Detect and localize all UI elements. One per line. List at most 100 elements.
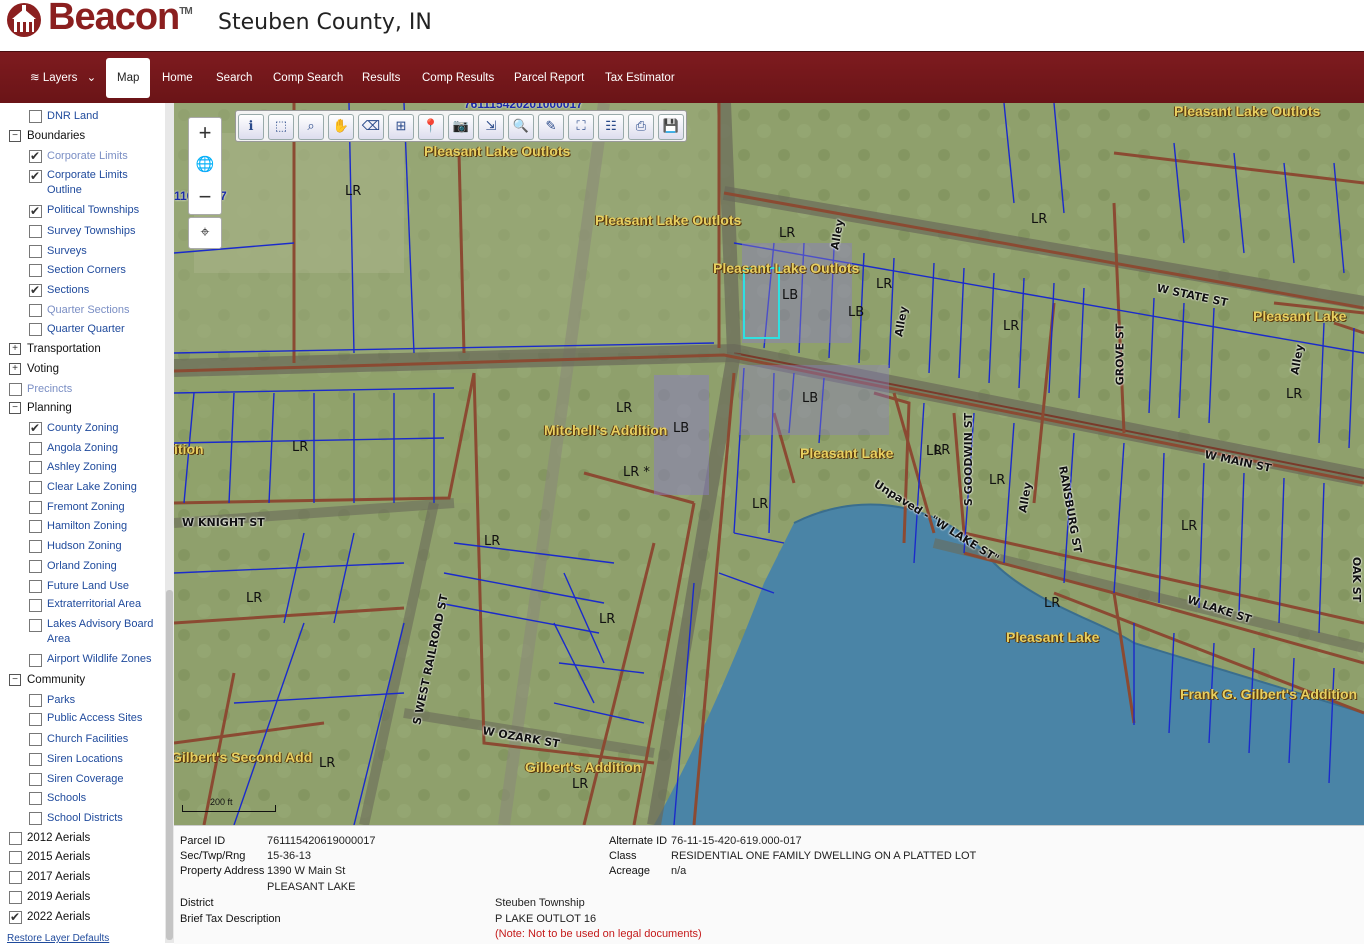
- layer-checkbox[interactable]: [29, 560, 42, 573]
- layer-item-community[interactable]: − Community: [0, 671, 165, 689]
- globe-icon[interactable]: 🌐: [189, 150, 221, 182]
- layer-item-church-facilities[interactable]: Church Facilities: [0, 730, 165, 748]
- expand-icon[interactable]: +: [9, 363, 21, 375]
- layer-item-voting[interactable]: + Voting: [0, 360, 165, 378]
- layer-item-angola-zoning[interactable]: Angola Zoning: [0, 439, 165, 457]
- layer-item-future-land-use[interactable]: Future Land Use: [0, 577, 165, 595]
- layer-checkbox[interactable]: [29, 442, 42, 455]
- layer-item-siren-coverage[interactable]: Siren Coverage: [0, 770, 165, 788]
- layer-item-airport-wildlife-zones[interactable]: Airport Wildlife Zones: [0, 651, 165, 669]
- layer-item-2017-aerials[interactable]: 2017 Aerials: [0, 868, 165, 886]
- layer-item-hamilton-zoning[interactable]: Hamilton Zoning: [0, 517, 165, 535]
- layer-item-extraterritorial-area[interactable]: Extraterritorial Area: [0, 596, 165, 614]
- layer-checkbox[interactable]: [29, 733, 42, 746]
- layer-item-2012-aerials[interactable]: 2012 Aerials: [0, 829, 165, 847]
- extent-icon[interactable]: ⛶: [568, 114, 594, 140]
- layer-item-school-districts[interactable]: School Districts: [0, 809, 165, 827]
- layer-checkbox[interactable]: [29, 501, 42, 514]
- layer-checkbox[interactable]: [29, 694, 42, 707]
- pin-icon[interactable]: 📍: [418, 114, 444, 140]
- collapse-icon[interactable]: −: [9, 130, 21, 142]
- layer-checkbox[interactable]: [29, 773, 42, 786]
- nav-home[interactable]: Home: [162, 52, 193, 104]
- nav-map[interactable]: Map: [106, 58, 151, 98]
- layer-item-section-corners[interactable]: Section Corners: [0, 261, 165, 279]
- print-icon[interactable]: ⎙: [628, 114, 654, 140]
- collapse-icon[interactable]: −: [9, 402, 21, 414]
- buffer-icon[interactable]: ⇲: [478, 114, 504, 140]
- layer-checkbox[interactable]: [29, 654, 42, 667]
- layer-checkbox[interactable]: [29, 202, 42, 220]
- layer-item-hudson-zoning[interactable]: Hudson Zoning: [0, 537, 165, 555]
- brand-name[interactable]: BeaconTM: [48, 0, 193, 39]
- layer-checkbox[interactable]: [29, 713, 42, 726]
- layer-item-corporate-limits[interactable]: Corporate Limits: [0, 147, 165, 165]
- measure-icon[interactable]: ⊞: [388, 114, 414, 140]
- layer-item-surveys[interactable]: Surveys: [0, 242, 165, 260]
- layer-item-planning[interactable]: − Planning: [0, 399, 165, 417]
- layer-item-2015-aerials[interactable]: 2015 Aerials: [0, 848, 165, 866]
- layers-overlay-icon[interactable]: ☷: [598, 114, 624, 140]
- zoom-in-button[interactable]: +: [189, 118, 221, 150]
- layer-checkbox[interactable]: [29, 167, 42, 185]
- layer-checkbox[interactable]: [29, 147, 42, 165]
- layer-item-orland-zoning[interactable]: Orland Zoning: [0, 557, 165, 575]
- search-icon[interactable]: 🔍: [508, 114, 534, 140]
- layer-checkbox[interactable]: [29, 520, 42, 533]
- layer-checkbox[interactable]: [29, 753, 42, 766]
- layer-item-transportation[interactable]: + Transportation: [0, 340, 165, 358]
- nav-parcel-report[interactable]: Parcel Report: [514, 52, 584, 104]
- sidebar-scrollbar-thumb[interactable]: [166, 590, 173, 940]
- layer-item-lakes-advisory-board-area[interactable]: Lakes Advisory Board Area: [0, 616, 165, 645]
- layer-item-siren-locations[interactable]: Siren Locations: [0, 750, 165, 768]
- layers-menu[interactable]: ≋ Layers ⌄: [30, 52, 96, 104]
- layer-item-parks[interactable]: Parks: [0, 691, 165, 709]
- restore-layer-defaults-link[interactable]: Restore Layer Defaults: [7, 933, 109, 944]
- nav-search[interactable]: Search: [216, 52, 252, 104]
- camera-icon[interactable]: 📷: [448, 114, 474, 140]
- save-icon[interactable]: 💾: [658, 114, 684, 140]
- zoom-out-button[interactable]: −: [189, 182, 221, 214]
- layer-checkbox[interactable]: [29, 461, 42, 474]
- layer-checkbox[interactable]: [29, 281, 42, 299]
- layer-checkbox[interactable]: [29, 245, 42, 258]
- layer-checkbox[interactable]: [29, 225, 42, 238]
- layer-item-corporate-limits-outline[interactable]: Corporate Limits Outline: [0, 167, 165, 196]
- layer-item-county-zoning[interactable]: County Zoning: [0, 419, 165, 437]
- layer-checkbox[interactable]: [29, 792, 42, 805]
- layer-item-political-townships[interactable]: Political Townships: [0, 202, 165, 220]
- locate-icon[interactable]: ⌖: [188, 217, 222, 249]
- layer-checkbox[interactable]: [9, 908, 22, 926]
- draw-pencil-icon[interactable]: ✎: [538, 114, 564, 140]
- layer-checkbox[interactable]: [29, 599, 42, 612]
- layer-item-quarter-quarter[interactable]: Quarter Quarter: [0, 320, 165, 338]
- layer-checkbox[interactable]: [9, 832, 22, 845]
- layer-checkbox[interactable]: [9, 851, 22, 864]
- layer-item-boundaries[interactable]: − Boundaries: [0, 127, 165, 145]
- layer-checkbox[interactable]: [29, 304, 42, 317]
- nav-comp-search[interactable]: Comp Search: [273, 52, 343, 104]
- select-icon[interactable]: ⬚: [268, 114, 294, 140]
- nav-results[interactable]: Results: [362, 52, 400, 104]
- layer-checkbox[interactable]: [29, 323, 42, 336]
- layer-checkbox[interactable]: [9, 871, 22, 884]
- layer-checkbox[interactable]: [29, 580, 42, 593]
- layer-item-2022-aerials[interactable]: 2022 Aerials: [0, 908, 165, 926]
- collapse-icon[interactable]: −: [9, 674, 21, 686]
- layer-checkbox[interactable]: [29, 812, 42, 825]
- layer-item-clear-lake-zoning[interactable]: Clear Lake Zoning: [0, 478, 165, 496]
- layer-checkbox[interactable]: [9, 383, 22, 396]
- nav-comp-results[interactable]: Comp Results: [422, 52, 494, 104]
- layer-item-schools[interactable]: Schools: [0, 789, 165, 807]
- layer-item-fremont-zoning[interactable]: Fremont Zoning: [0, 498, 165, 516]
- layer-item-quarter-sections[interactable]: Quarter Sections: [0, 301, 165, 319]
- layer-checkbox[interactable]: [29, 110, 42, 123]
- layer-checkbox[interactable]: [29, 540, 42, 553]
- pan-hand-icon[interactable]: ✋: [328, 114, 354, 140]
- layer-item-sections[interactable]: Sections: [0, 281, 165, 299]
- layer-checkbox[interactable]: [9, 891, 22, 904]
- layer-checkbox[interactable]: [29, 481, 42, 494]
- layer-item-ashley-zoning[interactable]: Ashley Zoning: [0, 458, 165, 476]
- layer-item-survey-townships[interactable]: Survey Townships: [0, 222, 165, 240]
- info-icon[interactable]: ℹ: [238, 114, 264, 140]
